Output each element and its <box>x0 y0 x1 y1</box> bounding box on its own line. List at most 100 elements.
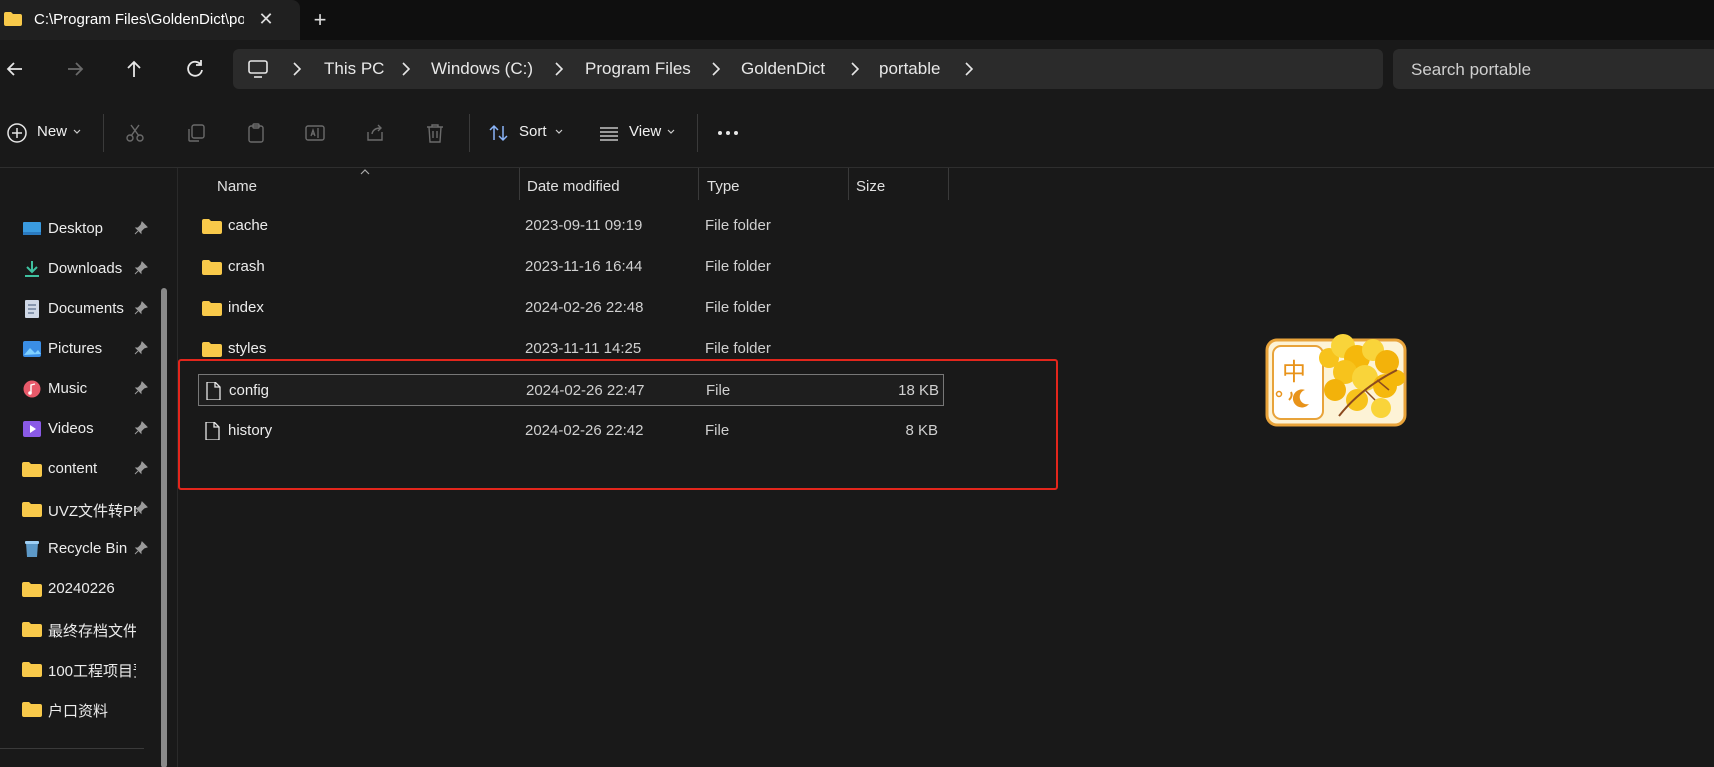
sidebar-item-archive-scans[interactable]: 最终存档文件扫描 <box>0 611 150 645</box>
refresh-icon <box>187 60 203 77</box>
pin-icon <box>134 341 148 355</box>
paste-button[interactable] <box>245 122 267 144</box>
breadcrumb-goldendict[interactable]: GoldenDict <box>741 59 825 79</box>
share-icon <box>367 124 383 141</box>
file-type: File folder <box>705 258 771 275</box>
trash-icon <box>427 124 443 143</box>
chevron-right-icon <box>712 62 721 76</box>
close-tab-button[interactable]: ✕ <box>255 8 277 30</box>
computer-icon <box>248 60 268 78</box>
sidebar-item-music[interactable]: Music <box>0 371 150 405</box>
breadcrumb-program-files[interactable]: Program Files <box>585 59 691 79</box>
address-bar[interactable]: This PC Windows (C:) Program Files Golde… <box>233 49 1383 89</box>
file-date: 2023-11-16 16:44 <box>525 258 643 275</box>
view-label: View <box>629 123 662 140</box>
breadcrumb-windows-c[interactable]: Windows (C:) <box>431 59 533 79</box>
arrow-right-icon <box>68 62 84 76</box>
navigation-pane: Desktop Downloads Documents Pictures Mus… <box>0 168 167 767</box>
file-name: styles <box>228 340 267 357</box>
share-button[interactable] <box>364 122 386 144</box>
tab-title: C:\Program Files\GoldenDict\portable <box>34 11 244 28</box>
sidebar-item-content[interactable]: content <box>0 451 150 485</box>
folder-icon <box>22 462 42 477</box>
breadcrumb-this-pc[interactable]: This PC <box>324 59 384 79</box>
sidebar-item-label: Videos <box>48 420 94 437</box>
search-input[interactable]: Search portable <box>1393 49 1714 89</box>
highlight-annotation-box <box>178 359 1058 490</box>
more-options-button[interactable] <box>716 122 740 144</box>
pin-icon <box>134 261 148 275</box>
sidebar-item-label: 最终存档文件扫描 <box>48 623 136 640</box>
chevron-right-icon <box>402 62 411 76</box>
sidebar-divider <box>0 748 144 749</box>
chevron-right-icon <box>851 62 860 76</box>
pin-icon <box>134 541 148 555</box>
refresh-button[interactable] <box>180 54 210 84</box>
sidebar-scrollbar[interactable] <box>161 288 167 767</box>
desktop-icon <box>23 222 41 235</box>
rename-button[interactable] <box>304 122 326 144</box>
sidebar-item-label: Documents <box>48 300 124 317</box>
download-icon <box>25 261 39 277</box>
folder-icon <box>22 582 42 597</box>
table-row[interactable]: crash 2023-11-16 16:44 File folder <box>198 251 944 283</box>
pin-icon <box>134 421 148 435</box>
new-label: New <box>37 123 68 140</box>
file-type: File folder <box>705 340 771 357</box>
sidebar-item-project-budget[interactable]: 100工程项目预算 <box>0 651 150 685</box>
tab-active[interactable]: C:\Program Files\GoldenDict\portable ✕ <box>0 0 300 40</box>
sidebar-item-videos[interactable]: Videos <box>0 411 150 445</box>
folder-icon <box>202 219 222 234</box>
chevron-down-icon <box>667 129 675 134</box>
file-name: index <box>228 299 264 316</box>
back-button[interactable] <box>0 54 30 84</box>
sidebar-item-uvz-folder[interactable]: UVZ文件转PDF <box>0 491 150 525</box>
file-date: 2023-09-11 09:19 <box>525 217 643 234</box>
sidebar-item-desktop[interactable]: Desktop <box>0 211 150 245</box>
sort-button[interactable]: Sort <box>485 112 569 154</box>
chevron-down-icon <box>555 129 563 134</box>
folder-icon <box>202 342 222 357</box>
table-row[interactable]: index 2024-02-26 22:48 File folder <box>198 292 944 324</box>
file-name: crash <box>228 258 265 275</box>
recycle-bin-icon <box>25 541 39 557</box>
cut-button[interactable] <box>124 122 146 144</box>
scissors-icon <box>126 124 144 142</box>
up-button[interactable] <box>119 54 149 84</box>
breadcrumb-portable[interactable]: portable <box>879 59 940 79</box>
sidebar-item-household-docs[interactable]: 户口资料 <box>0 691 150 725</box>
folder-icon <box>202 301 222 316</box>
command-toolbar: New Sort View <box>0 98 1714 168</box>
copy-button[interactable] <box>185 122 207 144</box>
folder-icon <box>4 12 22 26</box>
pictures-icon <box>23 341 41 357</box>
more-icon <box>718 131 738 135</box>
sort-icon <box>489 124 508 142</box>
chevron-down-icon <box>73 129 81 134</box>
forward-button[interactable] <box>60 54 90 84</box>
rename-icon <box>305 125 325 141</box>
goldendict-logo[interactable]: 中 <box>1265 330 1407 427</box>
folder-icon <box>22 502 42 517</box>
file-date: 2023-11-11 14:25 <box>525 340 642 357</box>
chevron-right-icon <box>555 62 564 76</box>
sidebar-item-recycle-bin[interactable]: Recycle Bin <box>0 531 150 565</box>
toolbar-separator <box>469 114 470 152</box>
arrow-left-icon <box>6 62 22 76</box>
delete-button[interactable] <box>424 122 446 144</box>
new-tab-button[interactable]: + <box>308 8 332 32</box>
pin-icon <box>134 461 148 475</box>
sidebar-item-documents[interactable]: Documents <box>0 291 150 325</box>
view-button[interactable]: View <box>595 112 681 154</box>
pin-icon <box>134 221 148 235</box>
new-button[interactable]: New <box>0 112 92 154</box>
sidebar-item-label: Recycle Bin <box>48 540 128 557</box>
sidebar-item-downloads[interactable]: Downloads <box>0 251 150 285</box>
navigation-bar: This PC Windows (C:) Program Files Golde… <box>0 40 1714 98</box>
sidebar-item-label: Desktop <box>48 220 104 237</box>
sidebar-item-20240226[interactable]: 20240226 <box>0 571 150 605</box>
sidebar-item-pictures[interactable]: Pictures <box>0 331 150 365</box>
sort-label: Sort <box>519 123 547 140</box>
pin-icon <box>134 301 148 315</box>
table-row[interactable]: cache 2023-09-11 09:19 File folder <box>198 210 944 242</box>
